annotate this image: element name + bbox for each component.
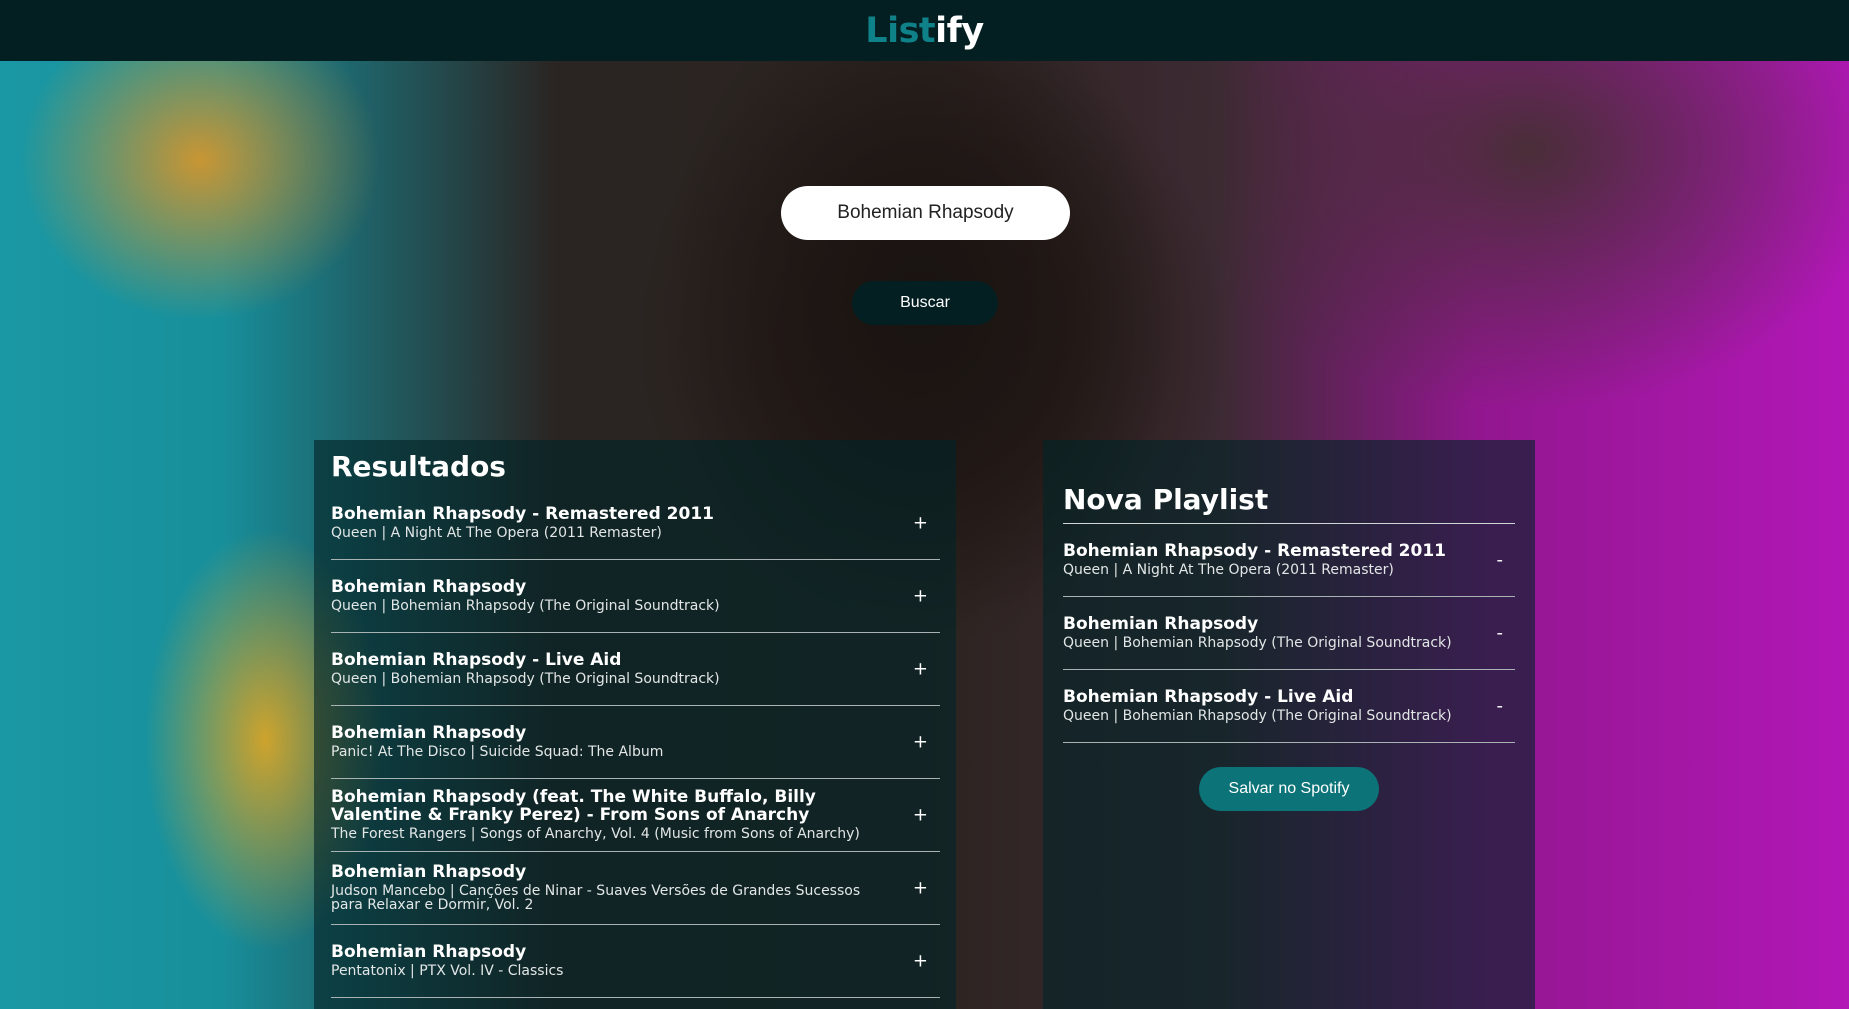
- track-name: Bohemian Rhapsody: [1063, 614, 1259, 635]
- track-row: Bohemian Rhapsody Queen | Bohemian Rhapso…: [331, 560, 940, 633]
- track-artist-album: Queen | Bohemian Rhapsody (The Original …: [1063, 635, 1452, 652]
- track-artist-album: Pentatonix | PTX Vol. IV - Classics: [331, 963, 564, 980]
- track-row: Bohemian Rhapsody - Remastered 2011 Queen…: [1063, 524, 1515, 597]
- add-track-button[interactable]: +: [909, 583, 932, 608]
- track-row: Bohemian Rhapsody Judson Mancebo | Cançõe…: [331, 852, 940, 925]
- add-track-button[interactable]: +: [909, 656, 932, 681]
- remove-track-button[interactable]: -: [1493, 620, 1508, 645]
- track-name: Bohemian Rhapsody - Live Aid: [1063, 687, 1354, 708]
- track-name: Bohemian Rhapsody: [331, 577, 527, 598]
- track-row: Bohemian Rhapsody - Remastered 2011 Queen…: [331, 487, 940, 560]
- playlist-list: Bohemian Rhapsody - Remastered 2011 Queen…: [1063, 524, 1515, 743]
- results-title: Resultados: [331, 450, 506, 483]
- track-artist-album: Panic! At The Disco | Suicide Squad: The…: [331, 744, 664, 761]
- track-row: Bohemian Rhapsody - Live Aid Queen | Bohe…: [1063, 670, 1515, 743]
- playlist-title: Nova Playlist: [1063, 483, 1515, 524]
- track-name: Bohemian Rhapsody (feat. The White Buffa…: [331, 787, 816, 826]
- add-track-button[interactable]: +: [909, 802, 932, 827]
- track-name: Bohemian Rhapsody: [331, 723, 527, 744]
- add-track-button[interactable]: +: [909, 948, 932, 973]
- playlist-panel: Nova Playlist Bohemian Rhapsody - Remast…: [1043, 440, 1535, 1009]
- track-artist-album: The Forest Rangers | Songs of Anarchy, V…: [331, 826, 860, 843]
- track-row: Bohemian Rhapsody Pentatonix | PTX Vol. I…: [331, 925, 940, 998]
- track-artist-album: Queen | A Night At The Opera (2011 Remas…: [331, 525, 662, 542]
- add-track-button[interactable]: +: [909, 875, 932, 900]
- track-name: Bohemian Rhapsody - Remastered 2011: [1063, 541, 1446, 562]
- track-artist-album: Queen | Bohemian Rhapsody (The Original …: [331, 671, 720, 688]
- track-artist-album: Queen | Bohemian Rhapsody (The Original …: [1063, 708, 1452, 725]
- track-row: Bohemian Rhapsody - Live Aid Queen | Bohe…: [331, 633, 940, 706]
- track-name: Bohemian Rhapsody - Live Aid: [331, 650, 622, 671]
- results-panel: Resultados Bohemian Rhapsody - Remastere…: [314, 440, 956, 1009]
- track-name: Bohemian Rhapsody - Remastered 2011: [331, 504, 714, 525]
- search-input[interactable]: [781, 186, 1070, 240]
- logo-part-list: List: [865, 10, 936, 51]
- app-logo: Listify: [865, 10, 984, 51]
- track-name: Bohemian Rhapsody: [331, 862, 527, 883]
- track-name: Bohemian Rhapsody: [331, 942, 527, 963]
- save-to-spotify-button[interactable]: Salvar no Spotify: [1199, 766, 1379, 811]
- track-artist-album: Queen | A Night At The Opera (2011 Remas…: [1063, 562, 1394, 579]
- add-track-button[interactable]: +: [909, 510, 932, 535]
- logo-part-ify: ify: [935, 10, 984, 51]
- add-track-button[interactable]: +: [909, 729, 932, 754]
- remove-track-button[interactable]: -: [1493, 547, 1508, 572]
- track-artist-album: Judson Mancebo | Canções de Ninar - Suav…: [331, 883, 861, 914]
- track-row: Bohemian Rhapsody (feat. The White Buffa…: [331, 779, 940, 852]
- results-list: Bohemian Rhapsody - Remastered 2011 Queen…: [331, 487, 940, 998]
- top-bar: Listify: [0, 0, 1849, 61]
- track-row: Bohemian Rhapsody Panic! At The Disco | S…: [331, 706, 940, 779]
- remove-track-button[interactable]: -: [1493, 693, 1508, 718]
- search-button[interactable]: Buscar: [852, 281, 998, 325]
- track-artist-album: Queen | Bohemian Rhapsody (The Original …: [331, 598, 720, 615]
- track-row: Bohemian Rhapsody Queen | Bohemian Rhapso…: [1063, 597, 1515, 670]
